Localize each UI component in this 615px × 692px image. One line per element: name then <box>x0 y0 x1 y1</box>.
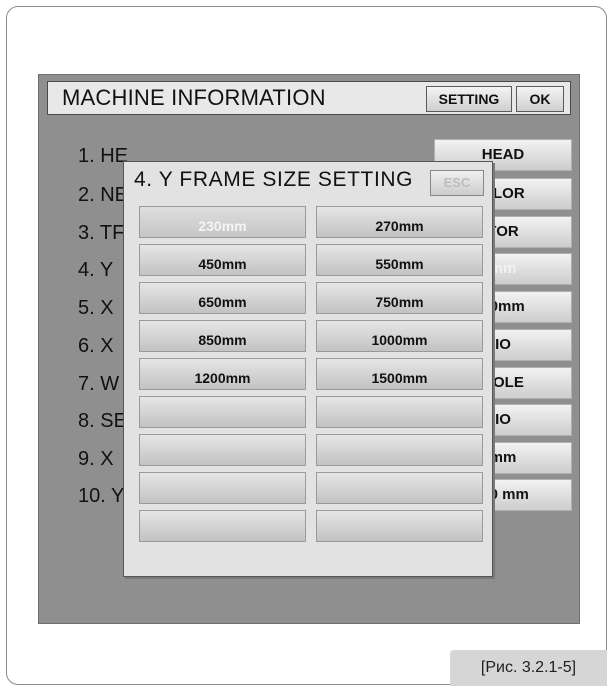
dialog-title: 4. Y FRAME SIZE SETTING <box>134 168 414 191</box>
frame-size-option[interactable]: 650mm <box>139 282 306 314</box>
esc-button[interactable]: ESC <box>430 170 484 196</box>
info-row-label: 8. SE <box>78 410 127 432</box>
info-row-value: mm <box>489 449 517 466</box>
info-row-label: 9. X <box>78 448 114 470</box>
frame-size-option[interactable]: 750mm <box>316 282 483 314</box>
frame-size-option[interactable]: 1500mm <box>316 358 483 390</box>
info-row-label: 7. W <box>78 373 120 395</box>
info-row-label: 3. TF <box>78 222 125 244</box>
empty-option-slot[interactable] <box>139 510 306 542</box>
info-row-value: mm <box>489 260 517 277</box>
info-row-value: IO <box>495 411 511 428</box>
page-title: MACHINE INFORMATION <box>62 85 326 110</box>
empty-option-slot[interactable] <box>139 472 306 504</box>
y-frame-size-dialog: 4. Y FRAME SIZE SETTING ESC 230mm 270mm 45… <box>123 161 493 577</box>
ok-button[interactable]: OK <box>516 86 564 112</box>
frame-size-option[interactable]: 550mm <box>316 244 483 276</box>
frame-size-option[interactable]: 1000mm <box>316 320 483 352</box>
machine-screen: MACHINE INFORMATION SETTING OK 1. HE HEAD… <box>38 74 580 624</box>
frame-size-option[interactable]: 230mm <box>139 206 306 238</box>
empty-option-slot[interactable] <box>316 434 483 466</box>
info-row-label: 1. HE <box>78 145 129 167</box>
empty-option-slot[interactable] <box>316 472 483 504</box>
empty-option-slot[interactable] <box>139 434 306 466</box>
info-row-label: 4. Y <box>78 259 114 281</box>
figure-caption: [Рис. 3.2.1-5] <box>450 650 607 686</box>
empty-option-slot[interactable] <box>316 510 483 542</box>
frame-size-option[interactable]: 270mm <box>316 206 483 238</box>
frame-size-options: 230mm 270mm 450mm 550mm 650mm 750mm 850mm 1000m… <box>139 206 485 568</box>
empty-option-slot[interactable] <box>316 396 483 428</box>
frame-size-option[interactable]: 850mm <box>139 320 306 352</box>
frame-size-option[interactable]: 1200mm <box>139 358 306 390</box>
info-row-label: 5. X <box>78 297 114 319</box>
empty-option-slot[interactable] <box>139 396 306 428</box>
title-bar: MACHINE INFORMATION SETTING OK <box>47 81 571 115</box>
frame-size-option[interactable]: 450mm <box>139 244 306 276</box>
info-row-label: 2. NE <box>78 184 129 206</box>
setting-button[interactable]: SETTING <box>426 86 512 112</box>
info-row-label: 6. X <box>78 335 114 357</box>
info-row-value: IO <box>495 336 511 353</box>
